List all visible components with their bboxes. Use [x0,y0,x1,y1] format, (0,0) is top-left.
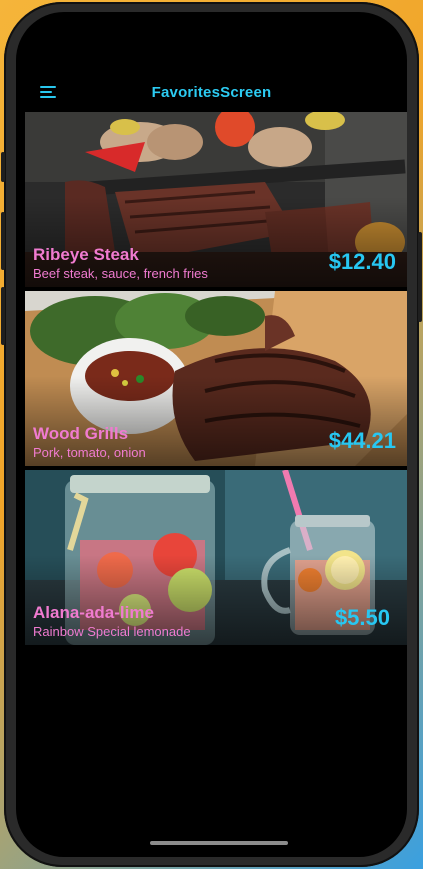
item-name: Alana-ada-lime [33,603,154,622]
item-price: $44.21 [328,428,396,453]
item-description: Beef steak, sauce, french fries [33,266,208,281]
favorite-card-wood-grills[interactable]: Wood Grills Pork, tomato, onion $44.21 [25,291,407,466]
favorites-list: Ribeye Steak Beef steak, sauce, french f… [25,112,407,649]
item-description: Pork, tomato, onion [33,445,146,460]
home-indicator[interactable] [150,841,288,845]
item-name: Wood Grills [33,424,129,443]
favorite-card-alana-ada-lime[interactable]: Alana-ada-lime Rainbow Special lemonade … [25,470,407,645]
device-frame: FavoritesScreen Ribeye Steak Beef steak,… [1,2,422,867]
volume-up-button [1,212,5,270]
screen-title: FavoritesScreen [151,84,272,101]
item-name: Ribeye Steak [33,245,139,264]
mute-switch [1,152,5,182]
app-screen: FavoritesScreen Ribeye Steak Beef steak,… [16,12,407,857]
item-price: $5.50 [334,605,390,630]
item-price: $12.40 [328,249,396,274]
volume-down-button [1,287,5,345]
power-button [418,232,422,322]
dynamic-island [156,24,276,54]
favorite-card-ribeye-steak[interactable]: Ribeye Steak Beef steak, sauce, french f… [25,112,407,287]
app-header: FavoritesScreen [16,80,407,106]
item-description: Rainbow Special lemonade [33,624,191,639]
